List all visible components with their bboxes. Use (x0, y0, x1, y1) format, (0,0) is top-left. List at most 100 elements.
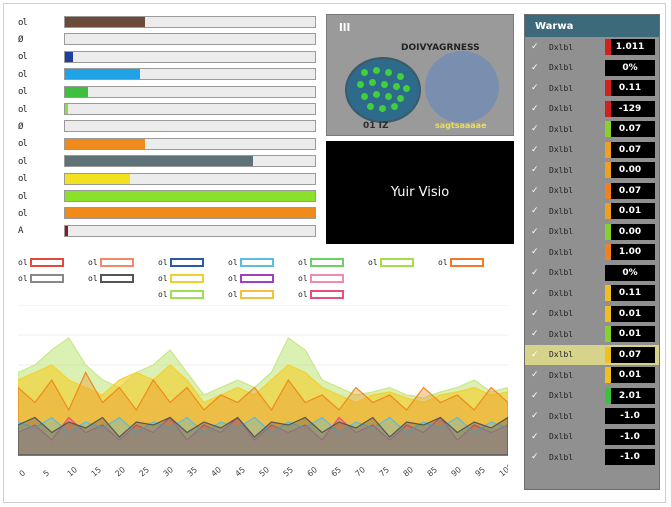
check-icon[interactable]: ✓ (531, 391, 541, 401)
row-value: 0% (622, 267, 638, 278)
table-row[interactable]: ✓ Dxlbl -1.0 (525, 427, 659, 448)
table-row[interactable]: ✓ Dxlbl 0% (525, 263, 659, 284)
cell-dot (361, 93, 368, 100)
legend-item[interactable]: ol (158, 271, 204, 285)
check-icon[interactable]: ✓ (531, 268, 541, 278)
legend-item[interactable]: ol (158, 255, 204, 269)
table-row[interactable]: ✓ Dxlbl -129 (525, 99, 659, 120)
check-icon[interactable]: ✓ (531, 411, 541, 421)
video-player[interactable]: Yuir Visio (326, 141, 514, 244)
check-icon[interactable]: ✓ (531, 432, 541, 442)
legend-item[interactable]: ol (438, 255, 484, 269)
check-icon[interactable]: ✓ (531, 370, 541, 380)
table-row[interactable]: ✓ Dxlbl 0.07 (525, 140, 659, 161)
row-value: 0.01 (618, 206, 642, 217)
check-icon[interactable]: ✓ (531, 329, 541, 339)
check-icon[interactable]: ✓ (531, 42, 541, 52)
status-flag (605, 121, 611, 138)
table-row[interactable]: ✓ Dxlbl -1.0 (525, 406, 659, 427)
legend-item[interactable]: ol (18, 255, 64, 269)
legend-item[interactable]: ol (158, 287, 204, 301)
check-icon[interactable]: ✓ (531, 206, 541, 216)
check-icon[interactable]: ✓ (531, 104, 541, 114)
table-row[interactable]: ✓ Dxlbl 1.00 (525, 242, 659, 263)
table-row[interactable]: ✓ Dxlbl 0.11 (525, 283, 659, 304)
progress-bar (64, 189, 316, 202)
legend-item[interactable]: ol (88, 271, 134, 285)
row-name: Dxlbl (549, 206, 574, 216)
legend-item[interactable]: ol (298, 287, 344, 301)
table-row[interactable]: ✓ Dxlbl 0% (525, 58, 659, 79)
legend-swatch (309, 257, 344, 267)
table-row[interactable]: ✓ Dxlbl 0.00 (525, 160, 659, 181)
table-row[interactable]: ✓ Dxlbl 0.01 (525, 365, 659, 386)
thumbnail-panel[interactable]: lll DOIVYAGRNESS 01 IZ sagtsaaaae (326, 14, 514, 136)
row-value: 0% (622, 62, 638, 73)
legend-item[interactable]: ol (228, 287, 274, 301)
check-icon[interactable]: ✓ (531, 165, 541, 175)
progress-bar (64, 224, 316, 237)
row-name: Dxlbl (549, 391, 574, 401)
check-icon[interactable]: ✓ (531, 63, 541, 73)
table-row[interactable]: ✓ Dxlbl 0.07 (525, 181, 659, 202)
check-icon[interactable]: ✓ (531, 288, 541, 298)
legend-item[interactable]: ol (228, 271, 274, 285)
check-icon[interactable]: ✓ (531, 350, 541, 360)
legend-item[interactable]: ol (88, 255, 134, 269)
row-value-badge: 0.07 (605, 141, 655, 158)
cell-dot (379, 105, 386, 112)
table-row[interactable]: ✓ Dxlbl 0.11 (525, 78, 659, 99)
check-icon[interactable]: ✓ (531, 124, 541, 134)
bar-label: ol (18, 69, 28, 80)
bar-row: Ø (18, 31, 322, 48)
x-tick-label: 80 (402, 465, 416, 478)
bar-label: Ø (18, 35, 23, 46)
progress-bar (64, 33, 316, 46)
row-name: Dxlbl (549, 432, 574, 442)
cell-dot (373, 67, 380, 74)
table-row[interactable]: ✓ Dxlbl 0.07 (525, 119, 659, 140)
progress-bar-fill (65, 208, 315, 219)
legend-swatch (239, 273, 274, 283)
status-flag (605, 141, 611, 158)
legend-item[interactable]: ol (298, 271, 344, 285)
check-icon[interactable]: ✓ (531, 227, 541, 237)
legend-item[interactable]: ol (298, 255, 344, 269)
value-table: Warwa ✓ Dxlbl 1.011 ✓ Dxlbl 0% ✓ Dxlbl 0.11 ✓ Dxlb… (524, 14, 660, 490)
table-row[interactable]: ✓ Dxlbl -1.0 (525, 447, 659, 468)
table-row[interactable]: ✓ Dxlbl 0.01 (525, 324, 659, 345)
thumbnail-header: lll (339, 21, 351, 34)
row-value-badge: -1.0 (605, 449, 655, 466)
cell-dot (381, 81, 388, 88)
row-name: Dxlbl (549, 83, 574, 93)
check-icon[interactable]: ✓ (531, 145, 541, 155)
legend-label: ol (158, 273, 168, 283)
legend-label: ol (298, 257, 308, 267)
x-tick-label: 35 (186, 465, 200, 478)
table-row[interactable]: ✓ Dxlbl 0.07 (525, 344, 659, 365)
table-row[interactable]: ✓ Dxlbl 2.01 (525, 386, 659, 407)
check-icon[interactable]: ✓ (531, 247, 541, 257)
legend-item[interactable]: ol (18, 271, 64, 285)
progress-bar (64, 207, 316, 220)
check-icon[interactable]: ✓ (531, 186, 541, 196)
check-icon[interactable]: ✓ (531, 452, 541, 462)
bar-label: ol (18, 208, 28, 219)
legend-item[interactable]: ol (228, 255, 274, 269)
check-icon[interactable]: ✓ (531, 83, 541, 93)
bar-row: ol (18, 136, 322, 153)
table-row[interactable]: ✓ Dxlbl 0.00 (525, 222, 659, 243)
bar-row: Ø (18, 118, 322, 135)
table-row[interactable]: ✓ Dxlbl 0.01 (525, 304, 659, 325)
progress-bar (64, 16, 316, 28)
table-row[interactable]: ✓ Dxlbl 0.01 (525, 201, 659, 222)
row-name: Dxlbl (549, 452, 574, 462)
table-row[interactable]: ✓ Dxlbl 1.011 (525, 37, 659, 58)
x-tick-label: 45 (234, 465, 248, 478)
progress-bar-fill (65, 138, 145, 149)
legend-item[interactable]: ol (368, 255, 414, 269)
legend-label: ol (158, 289, 168, 299)
row-name: Dxlbl (549, 350, 574, 360)
check-icon[interactable]: ✓ (531, 309, 541, 319)
legend-label: ol (88, 273, 98, 283)
